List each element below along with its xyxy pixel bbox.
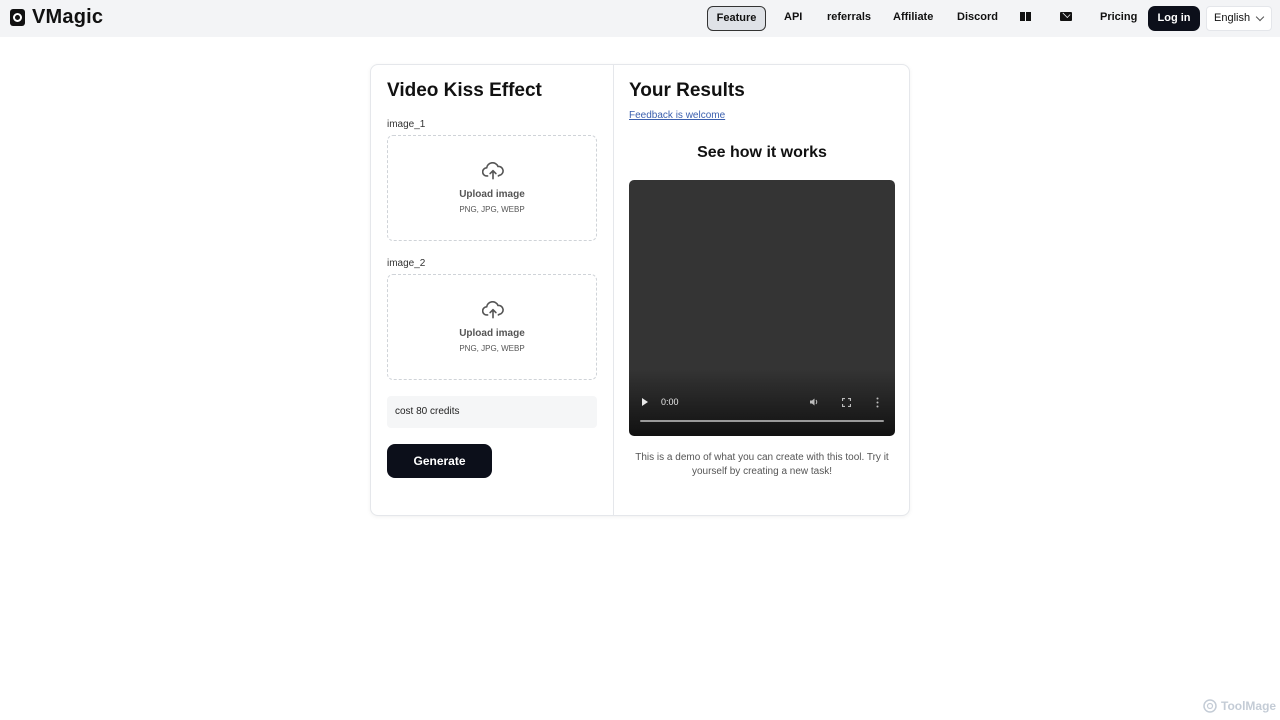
panel-divider [613, 65, 614, 515]
volume-icon[interactable] [809, 397, 819, 407]
more-options-icon[interactable] [876, 397, 879, 408]
tool-title: Video Kiss Effect [387, 80, 542, 101]
generate-button[interactable]: Generate [387, 444, 492, 478]
brand-logo-icon [10, 9, 25, 26]
how-it-works-title: See how it works [697, 144, 827, 161]
tool-card: Video Kiss Effect image_1 Upload image P… [370, 64, 910, 516]
book-icon[interactable] [1020, 12, 1031, 21]
video-time: 0:00 [661, 397, 679, 407]
credit-cost: cost 80 credits [387, 396, 597, 428]
upload-title: Upload image [459, 328, 525, 339]
image-1-label: image_1 [387, 119, 426, 130]
cloud-upload-icon [482, 162, 504, 180]
nav-pricing-link[interactable]: Pricing [1100, 6, 1137, 31]
login-button[interactable]: Log in [1148, 6, 1200, 31]
cloud-upload-icon [482, 301, 504, 319]
results-title: Your Results [629, 80, 745, 101]
brand[interactable]: VMagic [10, 6, 103, 29]
brand-name: VMagic [32, 6, 104, 28]
nav-affiliate-link[interactable]: Affiliate [893, 6, 933, 31]
image-2-label: image_2 [387, 258, 426, 269]
image-1-dropzone[interactable]: Upload image PNG, JPG, WEBP [387, 135, 597, 241]
top-navbar: VMagic Feature API referrals Affiliate D… [0, 0, 1280, 37]
nav-api-link[interactable]: API [784, 6, 802, 31]
upload-formats: PNG, JPG, WEBP [459, 344, 525, 353]
mail-icon[interactable] [1060, 12, 1072, 21]
fullscreen-icon[interactable] [842, 398, 851, 407]
watermark-text: ToolMage [1221, 699, 1277, 713]
watermark-logo-icon [1203, 699, 1217, 713]
nav-discord-link[interactable]: Discord [957, 6, 998, 31]
language-select[interactable]: English [1206, 6, 1272, 31]
video-progress-bar[interactable] [640, 420, 884, 422]
image-2-dropzone[interactable]: Upload image PNG, JPG, WEBP [387, 274, 597, 380]
upload-formats: PNG, JPG, WEBP [459, 205, 525, 214]
demo-video-player[interactable]: 0:00 [629, 180, 895, 436]
nav-referrals-link[interactable]: referrals [827, 6, 871, 31]
play-icon[interactable] [642, 398, 648, 406]
watermark: ToolMage [1203, 699, 1276, 713]
demo-description: This is a demo of what you can create wi… [635, 452, 889, 477]
nav-feature-button[interactable]: Feature [707, 6, 766, 31]
chevron-down-icon [1255, 12, 1265, 22]
feedback-link[interactable]: Feedback is welcome [629, 110, 725, 121]
upload-title: Upload image [459, 189, 525, 200]
language-value: English [1214, 12, 1251, 24]
